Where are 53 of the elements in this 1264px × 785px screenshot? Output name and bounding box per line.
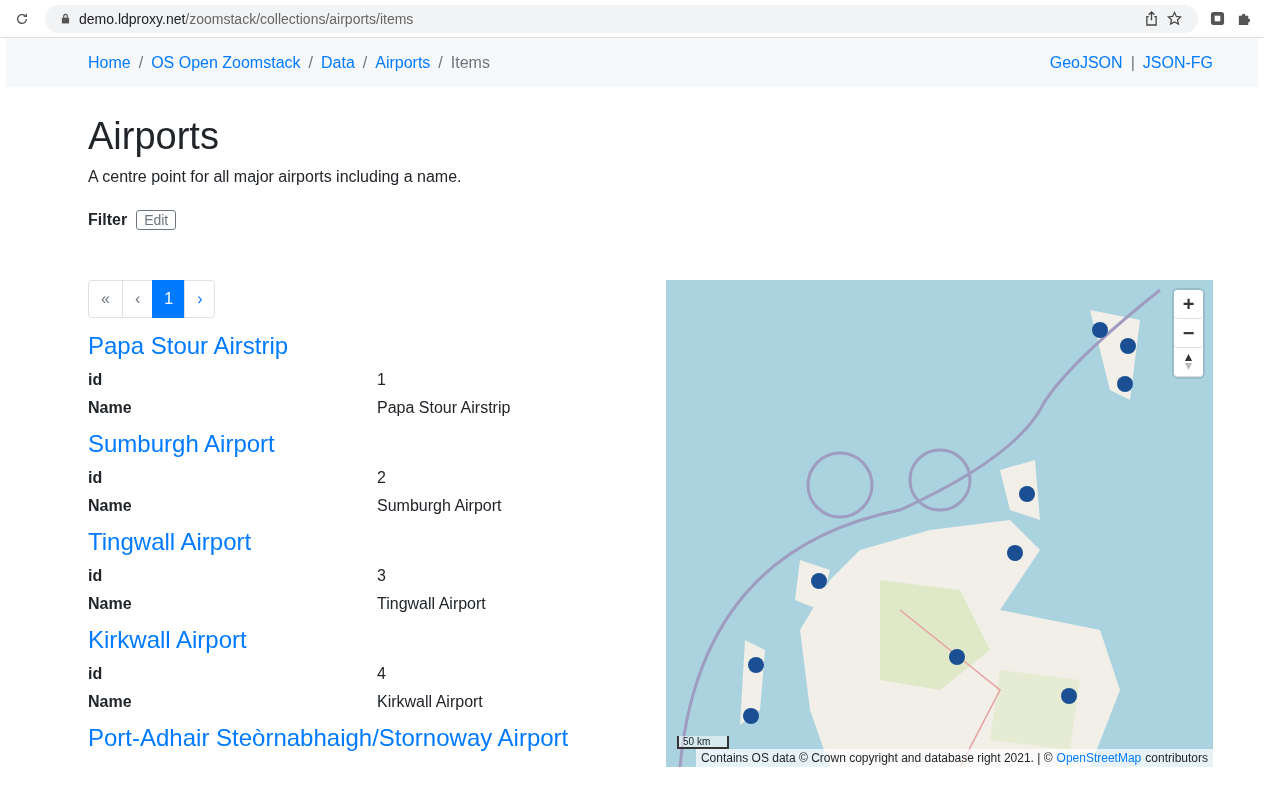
url-text: demo.ldproxy.net/zoomstack/collections/airports/items [79,10,415,27]
attribution-text: Contains OS data © Crown copyright and database right 2021. | © [700,751,1053,765]
property-value: 3 [377,566,386,586]
property-value: 2 [377,468,386,488]
reload-icon[interactable] [15,11,29,26]
separator: / [308,53,313,72]
property-name: id [88,370,104,390]
puzzle-icon[interactable] [1237,11,1252,26]
property-name: id [88,468,104,488]
breadcrumb-link[interactable]: OS Open Zoomstack [151,53,301,72]
property-name: id [88,664,104,684]
page-button[interactable]: 1 [152,280,186,318]
format-link[interactable]: JSON-FG [1142,53,1213,72]
property-value: 1 [377,370,386,390]
separator: / [362,53,368,72]
page-title: Airports [88,115,220,158]
breadcrumb-link[interactable]: Home [88,53,131,72]
map[interactable]: + − 50 km Contains OS data © Crown copyright and database right 2021. | © OpenStreetMap contributors [666,280,1213,767]
property-name: id [88,566,104,586]
feature-title-link[interactable]: Papa Stour Airstrip [88,332,640,360]
feature-title-link[interactable]: Tingwall Airport [88,528,640,556]
address-bar[interactable]: demo.ldproxy.net/zoomstack/collections/airports/items [45,4,1198,33]
lock-icon [61,13,70,24]
extension-icon[interactable] [1210,11,1225,26]
breadcrumb-link[interactable]: Airports [375,53,431,72]
format-link[interactable]: GeoJSON [1049,53,1123,72]
property-name: Name [88,594,133,614]
filter-label: Filter [88,211,128,229]
property-value: Papa Stour Airstrip [377,398,511,418]
feature-title-link[interactable]: Kirkwall Airport [88,626,640,654]
separator: / [438,53,443,72]
breadcrumb-link[interactable]: Data [321,53,355,72]
property-value: Tingwall Airport [377,594,486,614]
feature-title-link[interactable]: Port-Adhair Steòrnabhaigh/Stornoway Airport [88,724,640,752]
zoom-in-button[interactable]: + [1174,290,1203,319]
separator: / [138,53,144,72]
feature-title-link[interactable]: Sumburgh Airport [88,430,640,458]
edit-button[interactable]: Edit [136,210,177,230]
page-button[interactable]: › [184,280,216,318]
share-icon[interactable] [1145,11,1158,26]
separator: | [1130,53,1135,72]
property-name: Name [88,398,133,418]
compass-icon [1184,353,1193,371]
property-value: Kirkwall Airport [377,692,483,712]
current-page-label: Items [450,53,490,72]
property-value: Sumburgh Airport [377,496,502,516]
property-name: Name [88,496,133,516]
openstreetmap-link[interactable]: OpenStreetMap [1056,751,1142,765]
star-icon[interactable] [1167,11,1182,26]
description: A centre point for all major airports including a name. [88,168,463,186]
property-name: Name [88,692,133,712]
property-value: 4 [377,664,386,684]
attribution-text: contributors [1145,751,1208,765]
